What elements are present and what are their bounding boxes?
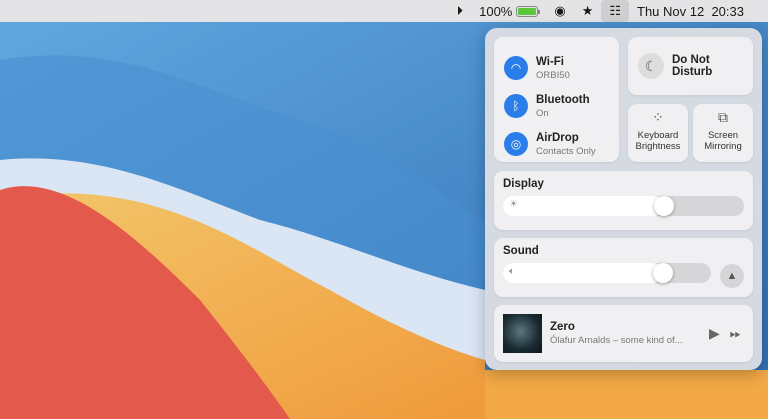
menu-bar: ⏵ 100% ◉ ★ ☷ Thu Nov 12 20:33 (0, 0, 768, 22)
moon-icon: ☾ (638, 53, 664, 79)
airdrop-label: AirDrop (536, 131, 579, 144)
network-card: ◠ Wi-Fi ORBI50 ᛒ Bluetooth On ◎ AirDrop Contac… (494, 37, 619, 162)
battery-status[interactable]: 100% (471, 0, 546, 22)
wifi-label: Wi-Fi (536, 55, 564, 68)
sound-label: Sound (503, 245, 539, 257)
track-title: Zero (550, 321, 575, 333)
album-art (503, 314, 542, 353)
keyboard-brightness-label: Keyboard Brightness (635, 130, 681, 152)
display-label: Display (503, 178, 544, 190)
user-account-icon[interactable]: ◉ (546, 0, 573, 22)
wifi-toggle[interactable]: ◠ Wi-Fi ORBI50 (504, 49, 619, 87)
wifi-icon: ◠ (504, 56, 528, 80)
bluetooth-icon: ᛒ (504, 94, 528, 118)
display-brightness-slider[interactable]: ☀ (503, 196, 744, 216)
fast-forward-icon[interactable]: ⏩︎ (730, 325, 741, 342)
star-icon[interactable]: ★ (574, 0, 602, 22)
sound-card: Sound 🔈︎ ▲ (494, 238, 753, 297)
now-playing-icon[interactable]: ⏵ (449, 0, 472, 22)
battery-icon (516, 5, 541, 17)
clock[interactable]: Thu Nov 12 20:33 (629, 0, 752, 22)
airdrop-icon: ◎ (504, 132, 528, 156)
control-center-icon[interactable]: ☷ (601, 0, 630, 22)
airdrop-toggle[interactable]: ◎ AirDrop Contacts Only (504, 125, 619, 163)
battery-percent: 100% (479, 3, 513, 19)
screen-mirroring-label: Screen Mirroring (704, 130, 742, 152)
display-slider-knob[interactable] (654, 196, 675, 216)
control-center-panel: ◠ Wi-Fi ORBI50 ᛒ Bluetooth On ◎ AirDrop Contac… (485, 28, 762, 370)
airdrop-status: Contacts Only (536, 145, 596, 157)
date: Thu Nov 12 (637, 3, 705, 19)
wifi-network: ORBI50 (536, 69, 570, 81)
screen-mirroring-icon: ⧉ (718, 109, 728, 125)
speaker-icon: 🔈︎ (509, 266, 515, 277)
now-playing-card: Zero Ólafur Arnalds – some kind of... ▶ ⏩︎ (494, 305, 753, 362)
do-not-disturb-button[interactable]: ☾ Do Not Disturb (628, 37, 753, 95)
display-card: Display ☀ (494, 171, 753, 230)
screen-mirroring-button[interactable]: ⧉ Screen Mirroring (693, 104, 753, 162)
bluetooth-label: Bluetooth (536, 93, 590, 106)
keyboard-brightness-icon: ⁘ (652, 109, 664, 125)
time: 20:33 (711, 3, 744, 19)
airplay-audio-icon[interactable]: ▲ (720, 264, 744, 288)
bluetooth-status: On (536, 107, 549, 119)
dnd-label: Do Not Disturb (672, 54, 713, 78)
volume-slider[interactable]: 🔈︎ (503, 263, 711, 283)
keyboard-brightness-button[interactable]: ⁘ Keyboard Brightness (628, 104, 688, 162)
volume-slider-knob[interactable] (653, 263, 674, 283)
sun-icon: ☀ (509, 199, 518, 210)
bluetooth-toggle[interactable]: ᛒ Bluetooth On (504, 87, 619, 125)
play-icon[interactable]: ▶ (709, 325, 720, 342)
track-artist: Ólafur Arnalds – some kind of... (550, 335, 683, 346)
